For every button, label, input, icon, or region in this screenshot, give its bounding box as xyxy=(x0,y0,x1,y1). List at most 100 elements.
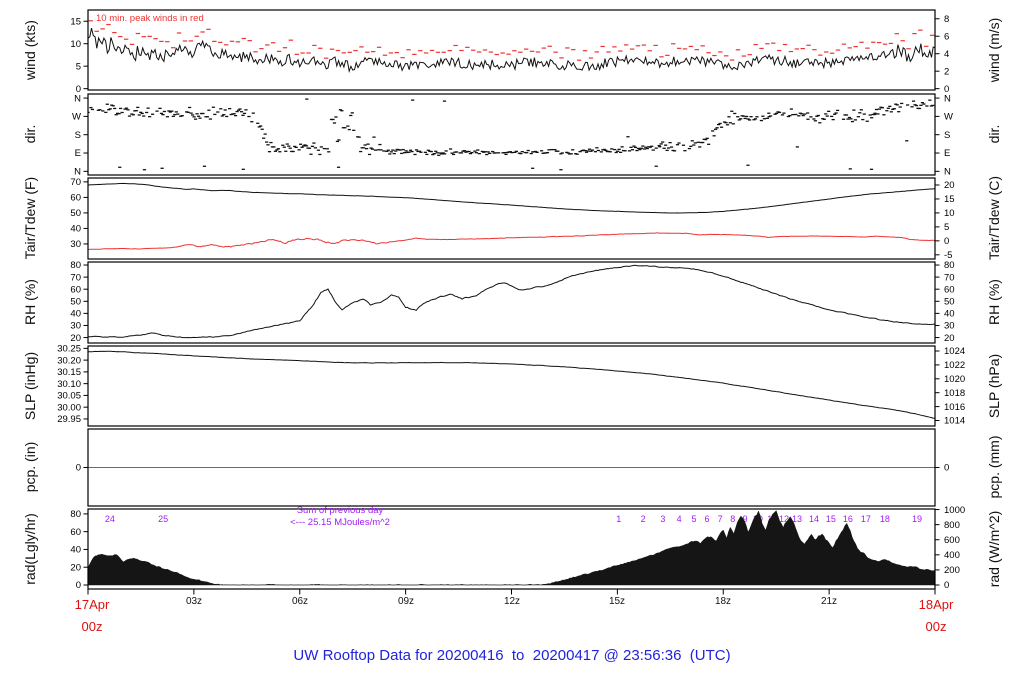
y-tick-label-right: 1014 xyxy=(944,416,965,427)
y-tick-label-right: 4 xyxy=(944,49,949,60)
x-tick-label-12z: 12z xyxy=(503,596,521,607)
y-tick-label-left: N xyxy=(74,93,81,104)
y-tick-label-right: 20 xyxy=(944,333,955,344)
y-tick-label-right: 600 xyxy=(944,535,960,546)
y-tick-label-left: W xyxy=(72,112,81,123)
x-tick-label-09z: 09z xyxy=(397,596,415,607)
x-end-date-label: 18Apr xyxy=(918,597,954,612)
y-tick-label-right: 50 xyxy=(944,296,955,307)
mjoule-marker-label: 3 xyxy=(660,514,665,524)
panel-frame-dir xyxy=(87,93,936,176)
y-tick-label-left: 60 xyxy=(70,527,81,538)
panel-slp: 29.9530.0030.0530.1030.1530.2030.25 1014 1… xyxy=(57,344,965,427)
mjoule-marker-label: 4 xyxy=(677,514,682,524)
panel-frame-slp xyxy=(87,345,936,427)
y-tick-label-left: 20 xyxy=(70,562,81,573)
x-tick-label-03z: 03z xyxy=(185,596,203,607)
y-tick-label-right: 60 xyxy=(944,284,955,295)
x-tick-label-06z: 06z xyxy=(291,596,309,607)
ylabel-slp-right: SLP (hPa) xyxy=(986,353,1002,419)
mjoule-marker-label: 19 xyxy=(912,514,922,524)
panel-temp: 3040506070-505101520 xyxy=(70,177,954,261)
panel-pcp: 00 xyxy=(76,428,949,507)
mjoule-markers: 242512345678910111213141516171819 xyxy=(105,514,922,524)
y-tick-label-right: N xyxy=(944,93,951,104)
y-tick-label-right: N xyxy=(944,167,951,178)
y-tick-label-left: 30 xyxy=(70,239,81,250)
y-tick-label-right: 1022 xyxy=(944,360,965,371)
panel-frame-wind xyxy=(87,9,936,91)
y-tick-label-left: 15 xyxy=(70,16,81,27)
ylabel-temp-left: Tair/Tdew (F) xyxy=(22,176,38,260)
panel-dir: NESWNNESWN xyxy=(72,93,953,177)
y-tick-label-right: 30 xyxy=(944,321,955,332)
mjoule-marker-label: 25 xyxy=(158,514,168,524)
y-tick-label-left: 70 xyxy=(70,272,81,283)
ylabel-rh-left: RH (%) xyxy=(22,279,38,325)
y-tick-label-left: 0 xyxy=(76,463,81,474)
y-tick-label-right: 1000 xyxy=(944,505,965,516)
mjoule-marker-label: 15 xyxy=(826,514,836,524)
y-tick-label-left: 20 xyxy=(70,333,81,344)
mjoule-marker-label: 8 xyxy=(730,514,735,524)
y-tick-label-right: 800 xyxy=(944,520,960,531)
y-tick-label-right: 5 xyxy=(944,222,949,233)
y-tick-label-left: 30.10 xyxy=(57,379,81,390)
x-end-hour-label: 00z xyxy=(925,619,947,634)
y-tick-label-left: 50 xyxy=(70,296,81,307)
ylabel-rad-right: rad (W/m^2) xyxy=(986,510,1002,588)
wind_speed_kts-trace xyxy=(88,27,935,74)
y-tick-label-left: 40 xyxy=(70,545,81,556)
tdew_f-trace xyxy=(88,232,935,250)
ylabel-wind-left: wind (kts) xyxy=(22,20,38,80)
solar_rad_lgly-area xyxy=(88,510,935,586)
y-tick-label-right: 0 xyxy=(944,236,949,247)
y-tick-label-right: 1016 xyxy=(944,402,965,413)
y-tick-label-left: 5 xyxy=(76,61,81,72)
y-tick-label-left: 30 xyxy=(70,321,81,332)
x-start-date-label: 17Apr xyxy=(74,597,110,612)
mjoule-marker-label: 5 xyxy=(691,514,696,524)
y-tick-label-left: 40 xyxy=(70,224,81,235)
peak_wind_10min_kts-dashes xyxy=(88,20,935,61)
radiation-sum-annotation-line2: <--- 25.15 MJoules/m^2 xyxy=(290,517,390,528)
y-tick-label-right: 15 xyxy=(944,194,955,205)
y-tick-label-right: 1020 xyxy=(944,374,965,385)
y-tick-label-right: 70 xyxy=(944,272,955,283)
mjoule-marker-label: 24 xyxy=(105,514,115,524)
ylabel-slp-left: SLP (inHg) xyxy=(22,351,38,421)
y-tick-label-right: 80 xyxy=(944,260,955,271)
y-tick-label-left: 10 xyxy=(70,39,81,50)
y-tick-label-right: S xyxy=(944,130,950,141)
y-tick-label-right: 40 xyxy=(944,309,955,320)
y-tick-label-left: 30.25 xyxy=(57,344,81,355)
y-tick-label-left: 60 xyxy=(70,284,81,295)
y-tick-label-left: 80 xyxy=(70,509,81,520)
rh_pct-trace xyxy=(88,264,935,339)
ylabel-rad-left: rad(Lgly/hr) xyxy=(22,513,38,585)
y-tick-label-left: 0 xyxy=(76,580,81,591)
mjoule-marker-label: 1 xyxy=(616,514,621,524)
y-tick-label-left: 29.95 xyxy=(57,414,81,425)
y-tick-label-left: 60 xyxy=(70,193,81,204)
tair_f-trace xyxy=(88,182,935,214)
x-tick-label-18z: 18z xyxy=(714,596,732,607)
y-tick-label-right: 6 xyxy=(944,31,949,42)
wind_direction_deg-scatter xyxy=(88,98,935,171)
panel-rh: 2030405060708020304050607080 xyxy=(70,260,954,344)
y-tick-label-right: 1018 xyxy=(944,388,965,399)
mjoule-marker-label: 16 xyxy=(843,514,853,524)
uw-rooftop-figure: 0 5 10 15 0 2 4 6 8 N E S W N N E S W N 30 40 50 60 70 -5 0 5 10 15 2… xyxy=(0,0,1024,700)
y-tick-label-left: 50 xyxy=(70,208,81,219)
panel-frame-rh xyxy=(87,261,936,344)
y-tick-label-left: 40 xyxy=(70,309,81,320)
weather-plot-svg: 05101502468NESWNNESWN3040506070-50510152… xyxy=(57,9,965,595)
figure-title: UW Rooftop Data for 20200416 to 20200417… xyxy=(293,647,731,664)
y-tick-label-left: 30.05 xyxy=(57,391,81,402)
ylabel-dir-left: dir. xyxy=(22,124,38,144)
x-axis-ticks xyxy=(87,589,936,595)
panel-rad: 0204060800200400600800100024 25 1 2 3 4 5 6 7 8 9 1… xyxy=(70,505,965,591)
y-tick-label-left: S xyxy=(75,130,81,141)
y-tick-label-left: 70 xyxy=(70,177,81,188)
radiation-sum-annotation-line1: Sum of previous day xyxy=(296,505,384,516)
